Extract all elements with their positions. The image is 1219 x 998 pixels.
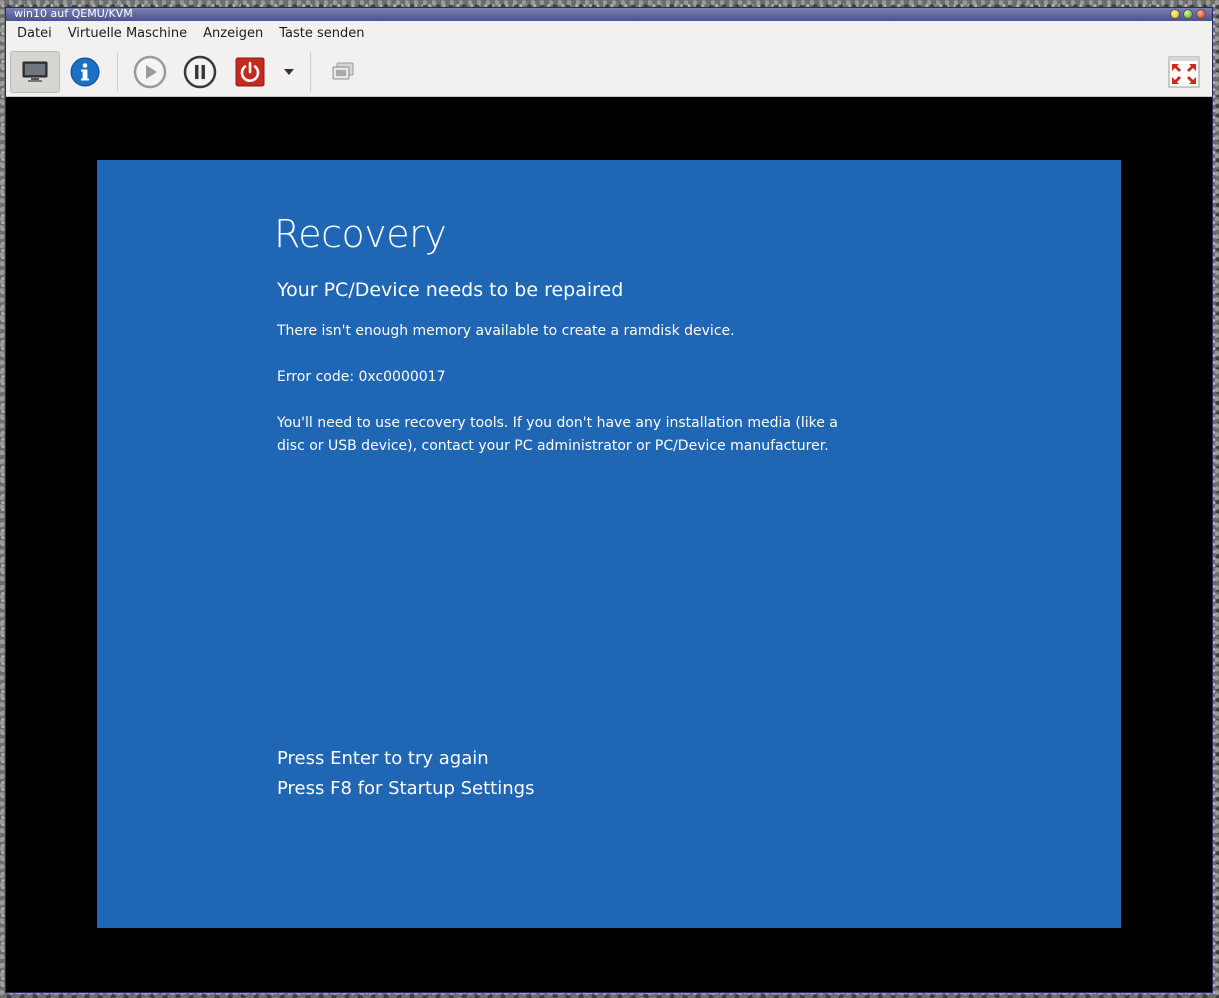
minimize-icon[interactable]	[1170, 9, 1180, 19]
snapshot-button[interactable]	[318, 51, 368, 93]
action-f8-hint: Press F8 for Startup Settings	[277, 778, 535, 799]
menu-anzeigen[interactable]: Anzeigen	[195, 21, 271, 47]
shutdown-menu-button[interactable]	[275, 51, 303, 93]
menu-virtuelle-maschine[interactable]: Virtuelle Maschine	[60, 21, 195, 47]
toolbar	[6, 47, 1212, 97]
action-enter-hint: Press Enter to try again	[277, 748, 489, 769]
fullscreen-button[interactable]	[1168, 56, 1200, 88]
recovery-subtitle: Your PC/Device needs to be repaired	[277, 279, 624, 301]
maximize-icon[interactable]	[1183, 9, 1193, 19]
error-code: Error code: 0xc0000017	[277, 369, 446, 385]
recovery-title: Recovery	[274, 212, 447, 256]
info-icon	[70, 57, 100, 86]
menu-taste-senden[interactable]: Taste senden	[271, 21, 372, 47]
vm-window: win10 auf QEMU/KVM Datei Virtuelle Masch…	[5, 7, 1213, 993]
monitor-icon	[22, 61, 48, 82]
menu-datei[interactable]: Datei	[9, 21, 60, 47]
title-bar[interactable]: win10 auf QEMU/KVM	[6, 8, 1212, 21]
vm-display[interactable]: Recovery Your PC/Device needs to be repa…	[97, 160, 1121, 928]
play-icon	[133, 55, 167, 88]
dropdown-arrow-icon	[284, 68, 294, 75]
details-view-button[interactable]	[60, 51, 110, 93]
window-controls	[1170, 9, 1206, 19]
power-icon	[235, 57, 265, 86]
toolbar-separator	[310, 51, 311, 92]
recovery-advice: You'll need to use recovery tools. If yo…	[277, 415, 838, 454]
pause-button[interactable]	[175, 51, 225, 93]
shutdown-button[interactable]	[225, 51, 275, 93]
close-icon[interactable]	[1196, 9, 1206, 19]
pause-icon	[183, 55, 217, 88]
screenshot-icon	[332, 62, 354, 79]
menu-bar: Datei Virtuelle Maschine Anzeigen Taste …	[6, 21, 1212, 47]
console-view-button[interactable]	[10, 50, 60, 93]
fullscreen-icon	[1168, 56, 1200, 88]
recovery-message: There isn't enough memory available to c…	[277, 323, 735, 339]
window-title: win10 auf QEMU/KVM	[14, 7, 133, 20]
run-button[interactable]	[125, 51, 175, 93]
toolbar-separator	[117, 51, 118, 92]
